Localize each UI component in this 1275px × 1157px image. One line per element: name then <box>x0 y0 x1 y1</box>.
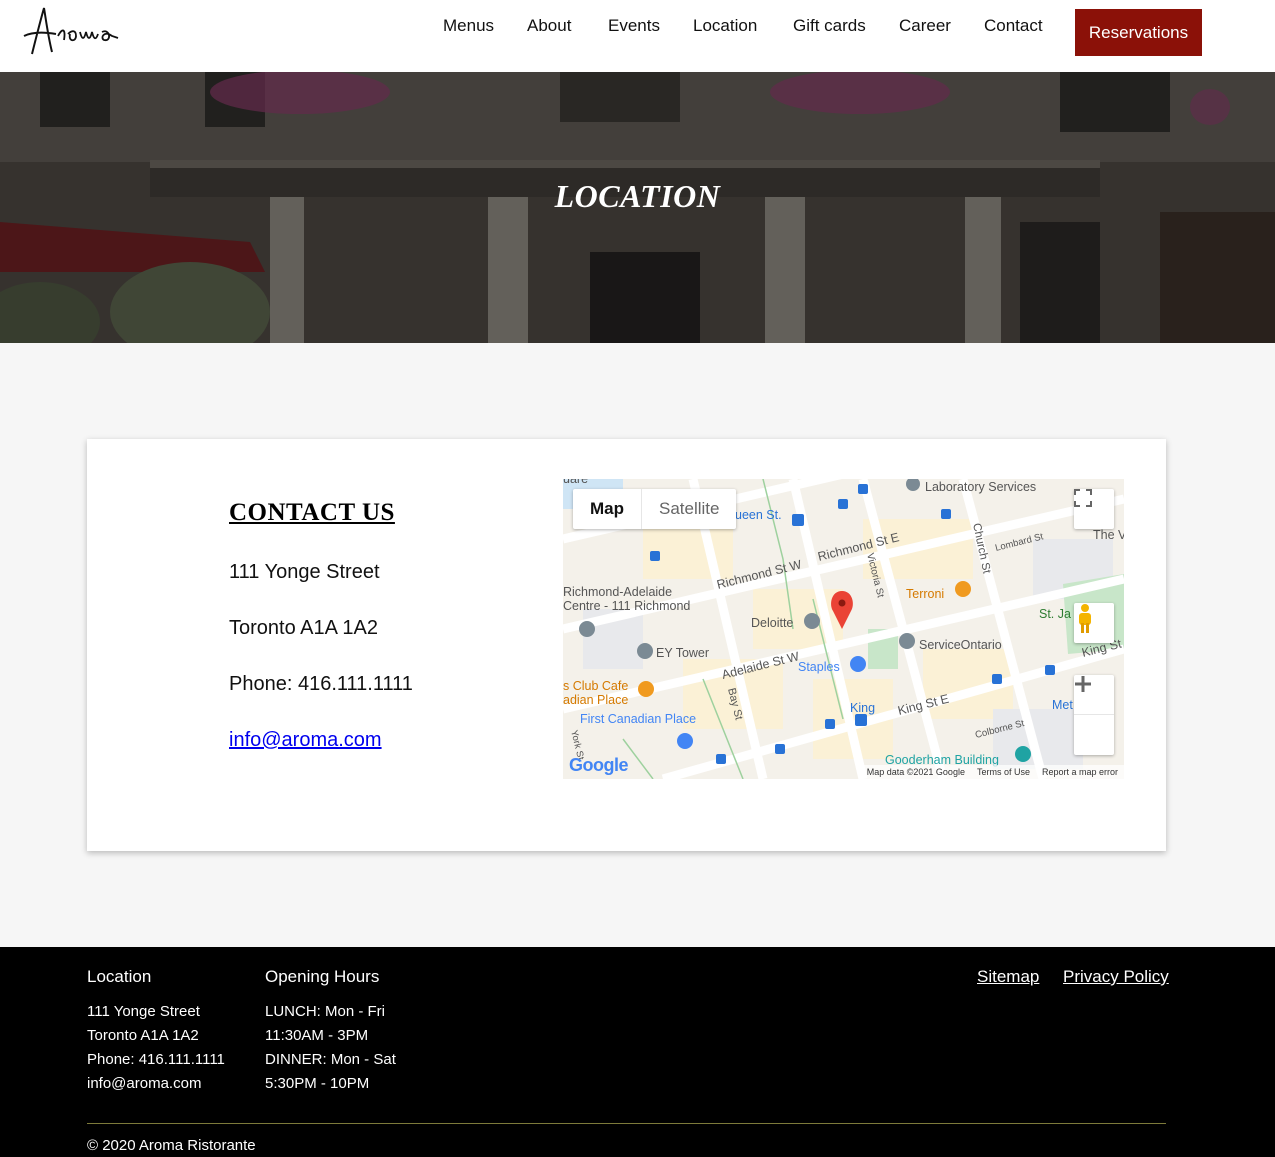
svg-text:EY Tower: EY Tower <box>656 646 709 660</box>
zoom-out-button[interactable] <box>1074 682 1114 755</box>
location-map[interactable]: Laboratory Services ueen St. Richmond St… <box>563 479 1124 779</box>
svg-text:The V: The V <box>1093 528 1124 542</box>
map-attribution: Map data ©2021 Google Terms of Use Repor… <box>860 765 1124 779</box>
contact-heading: CONTACT US <box>229 499 395 526</box>
map-terms-link[interactable]: Terms of Use <box>977 767 1030 777</box>
contact-email-link[interactable]: info@aroma.com <box>229 729 382 752</box>
top-nav: Menus About Events Location Gift cards C… <box>0 0 1275 72</box>
contact-street: 111 Yonge Street <box>229 561 380 583</box>
footer-location-line: 111 Yonge Street <box>87 1003 200 1020</box>
svg-text:s Club Cafe: s Club Cafe <box>563 679 628 693</box>
footer-hours-heading: Opening Hours <box>265 967 380 986</box>
street-view-pegman[interactable] <box>1074 603 1114 643</box>
google-logo[interactable]: Google <box>569 755 629 776</box>
aroma-logo[interactable] <box>18 2 126 62</box>
svg-text:Terroni: Terroni <box>906 587 944 601</box>
site-footer: Location 111 Yonge Street Toronto A1A 1A… <box>0 947 1275 1157</box>
map-data-credit: Map data ©2021 Google <box>866 767 965 777</box>
contact-city: Toronto A1A 1A2 <box>229 617 379 639</box>
zoom-control <box>1074 675 1114 755</box>
contact-phone: Phone: 416.111.1111 <box>229 673 413 695</box>
nav-events[interactable]: Events <box>608 16 660 36</box>
svg-text:ueen St.: ueen St. <box>735 508 782 522</box>
svg-text:adian Place: adian Place <box>563 693 628 707</box>
nav-contact[interactable]: Contact <box>984 16 1043 36</box>
footer-location-line: Phone: 416.111.1111 <box>87 1051 225 1068</box>
reservations-button[interactable]: Reservations <box>1075 9 1202 56</box>
svg-text:King: King <box>850 701 875 715</box>
footer-divider <box>87 1123 1166 1124</box>
svg-text:Deloitte: Deloitte <box>751 616 793 630</box>
svg-text:Richmond-Adelaide: Richmond-Adelaide <box>563 585 672 599</box>
nav-location[interactable]: Location <box>693 16 757 36</box>
footer-location-heading: Location <box>87 967 152 986</box>
footer-location-line: info@aroma.com <box>87 1075 202 1092</box>
svg-text:ServiceOntario: ServiceOntario <box>919 638 1002 652</box>
svg-text:Laboratory Services: Laboratory Services <box>925 480 1036 494</box>
nav-menus[interactable]: Menus <box>443 16 494 36</box>
svg-text:uare: uare <box>563 479 588 486</box>
svg-text:Met: Met <box>1052 698 1073 712</box>
nav-gift-cards[interactable]: Gift cards <box>793 16 866 36</box>
footer-hours-line: LUNCH: Mon - Fri <box>265 1003 386 1020</box>
footer-hours-line: 5:30PM - 10PM <box>265 1075 370 1092</box>
map-type-map-button[interactable]: Map <box>573 489 641 529</box>
fullscreen-button[interactable] <box>1074 489 1114 529</box>
nav-career[interactable]: Career <box>899 16 951 36</box>
minus-icon <box>1075 682 1091 686</box>
svg-text:First Canadian Place: First Canadian Place <box>580 712 696 726</box>
copyright: © 2020 Aroma Ristorante <box>87 1137 256 1154</box>
map-type-satellite-button[interactable]: Satellite <box>641 489 736 529</box>
sitemap-link[interactable]: Sitemap <box>977 967 1039 987</box>
nav-about[interactable]: About <box>527 16 571 36</box>
footer-hours-line: DINNER: Mon - Sat <box>265 1051 396 1068</box>
page-title: LOCATION <box>554 178 721 214</box>
hero-banner: LOCATION <box>0 72 1275 343</box>
contact-card: CONTACT US 111 Yonge Street Toronto A1A … <box>87 439 1166 851</box>
fullscreen-icon <box>1074 489 1092 507</box>
svg-text:Centre - 111 Richmond: Centre - 111 Richmond <box>563 599 690 613</box>
footer-hours-line: 11:30AM - 3PM <box>265 1027 369 1044</box>
map-type-control: Map Satellite <box>573 489 737 529</box>
svg-text:Staples: Staples <box>798 660 840 674</box>
privacy-policy-link[interactable]: Privacy Policy <box>1063 967 1169 987</box>
pegman-icon <box>1079 604 1091 633</box>
map-report-link[interactable]: Report a map error <box>1042 767 1118 777</box>
footer-location-line: Toronto A1A 1A2 <box>87 1027 199 1044</box>
svg-text:St. Ja: St. Ja <box>1039 607 1071 621</box>
